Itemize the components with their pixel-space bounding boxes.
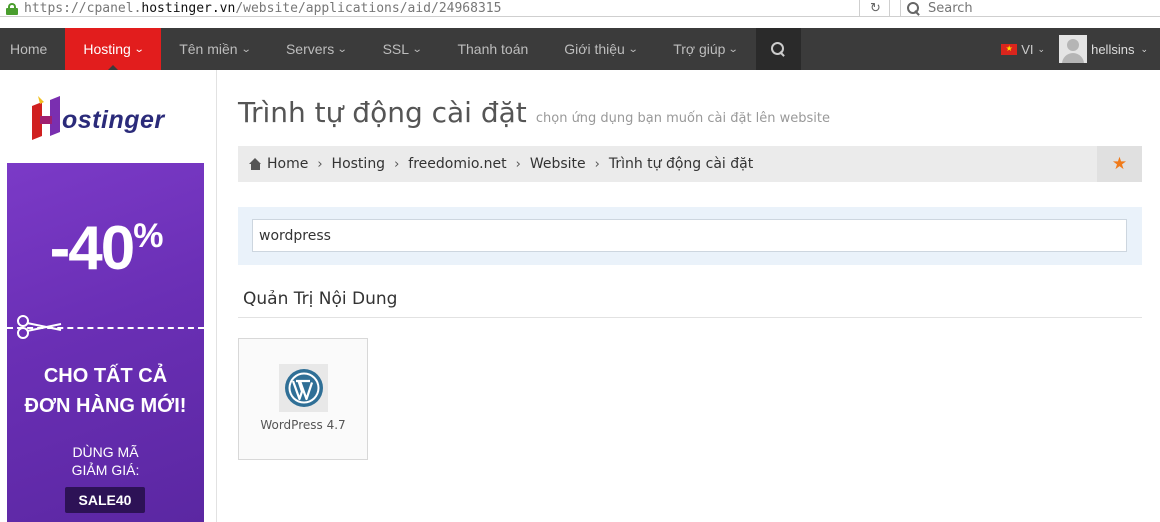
app-search-input[interactable] (252, 219, 1127, 252)
star-icon: ★ (1111, 154, 1128, 174)
chevron-right-icon: › (394, 156, 400, 172)
nav-home[interactable]: Home (0, 28, 65, 70)
nav-label: Tên miền (179, 41, 238, 57)
nav-domains[interactable]: Tên miền ⌄ (161, 28, 268, 70)
breadcrumb-home[interactable]: Home (267, 156, 308, 172)
nav-label: Servers (285, 41, 335, 57)
page-title: Trình tự động cài đặt chọn ứng dụng bạn … (238, 96, 830, 129)
user-menu[interactable]: hellsins ⌄ (1059, 35, 1148, 63)
promo-banner[interactable]: -40% CHO TẤT CẢ ĐƠN HÀNG MỚI! DÙNG MÃ GIẢM… (7, 163, 204, 522)
nav-label: Giới thiệu (564, 41, 625, 57)
main-nav: Home Hosting ⌄ Tên miền ⌄ Servers ⌄ SSL ⌄ Th… (0, 28, 1160, 70)
chevron-down-icon: ⌄ (627, 43, 639, 55)
vietnam-flag-icon: ★ (1001, 43, 1018, 55)
chevron-down-icon: ⌄ (1140, 43, 1148, 54)
section-title: Quản Trị Nội Dung (243, 289, 398, 309)
chevron-down-icon: ⌄ (728, 43, 740, 55)
address-bar[interactable]: https://cpanel.hostinger.vn/website/appl… (0, 0, 860, 17)
app-name: WordPress 4.7 (260, 418, 346, 432)
breadcrumb-website[interactable]: Website (530, 156, 586, 172)
nav-about[interactable]: Giới thiệu ⌄ (546, 28, 655, 70)
app-card-wordpress[interactable]: WordPress 4.7 (238, 338, 368, 460)
search-icon (770, 41, 786, 57)
chevron-down-icon: ⌄ (336, 43, 348, 55)
app-search-panel (238, 207, 1142, 265)
chevron-down-icon: ⌄ (133, 43, 145, 55)
lock-icon (6, 2, 18, 15)
chevron-down-icon: ⌄ (240, 43, 252, 55)
breadcrumb-domain[interactable]: freedomio.net (408, 156, 506, 172)
page-subtitle: chọn ứng dụng bạn muốn cài đặt lên websi… (535, 111, 831, 126)
hostinger-h-icon (32, 96, 60, 140)
browser-toolbar: https://cpanel.hostinger.vn/website/appl… (0, 0, 1160, 17)
chevron-right-icon: › (317, 156, 323, 172)
chevron-right-icon: › (515, 156, 521, 172)
nav-ssl[interactable]: SSL ⌄ (365, 28, 440, 70)
home-icon (249, 158, 262, 170)
nav-search-button[interactable] (755, 28, 801, 70)
page-title-text: Trình tự động cài đặt (238, 96, 527, 129)
promo-discount: -40% (49, 214, 164, 283)
nav-label: Thanh toán (457, 41, 529, 57)
chevron-right-icon: › (594, 156, 600, 172)
section-divider (238, 317, 1142, 318)
nav-servers[interactable]: Servers ⌄ (268, 28, 365, 70)
url-text[interactable]: https://cpanel.hostinger.vn/website/appl… (24, 1, 501, 16)
nav-help[interactable]: Trợ giúp ⌄ (655, 28, 756, 70)
search-icon (906, 1, 922, 17)
nav-hosting[interactable]: Hosting ⌄ (65, 28, 162, 70)
favorite-button[interactable]: ★ (1097, 146, 1142, 182)
username: hellsins (1091, 41, 1135, 57)
chevron-down-icon: ⌄ (411, 43, 423, 55)
sidebar: ostinger -40% CHO TẤT CẢ ĐƠN HÀNG MỚI! DÙ… (0, 70, 217, 522)
nav-label: Home (10, 41, 48, 57)
breadcrumb-hosting[interactable]: Hosting (332, 156, 386, 172)
language-selector[interactable]: ★ VI ⌄ (1001, 42, 1045, 57)
avatar (1059, 35, 1088, 63)
promo-code: SALE40 (65, 487, 145, 513)
nav-label: Trợ giúp (673, 41, 726, 57)
reload-icon[interactable]: ↻ (862, 0, 890, 17)
browser-search-input[interactable] (928, 1, 1128, 16)
promo-subtext: DÙNG MÃ GIẢM GIÁ: (71, 444, 140, 478)
scissors-icon (17, 315, 62, 339)
breadcrumb-current: Trình tự động cài đặt (608, 156, 754, 172)
nav-label: Hosting (83, 41, 131, 57)
promo-headline: CHO TẤT CẢ ĐƠN HÀNG MỚI! (24, 365, 187, 417)
logo-text: ostinger (62, 106, 165, 134)
wordpress-icon (279, 364, 328, 412)
nav-billing[interactable]: Thanh toán (439, 28, 546, 70)
hostinger-logo[interactable]: ostinger (26, 90, 196, 144)
chevron-down-icon: ⌄ (1037, 43, 1046, 54)
nav-label: SSL (382, 41, 410, 57)
browser-search[interactable] (900, 0, 1160, 17)
language-label: VI (1021, 41, 1034, 57)
breadcrumb: Home › Hosting › freedomio.net › Website… (238, 146, 1142, 182)
